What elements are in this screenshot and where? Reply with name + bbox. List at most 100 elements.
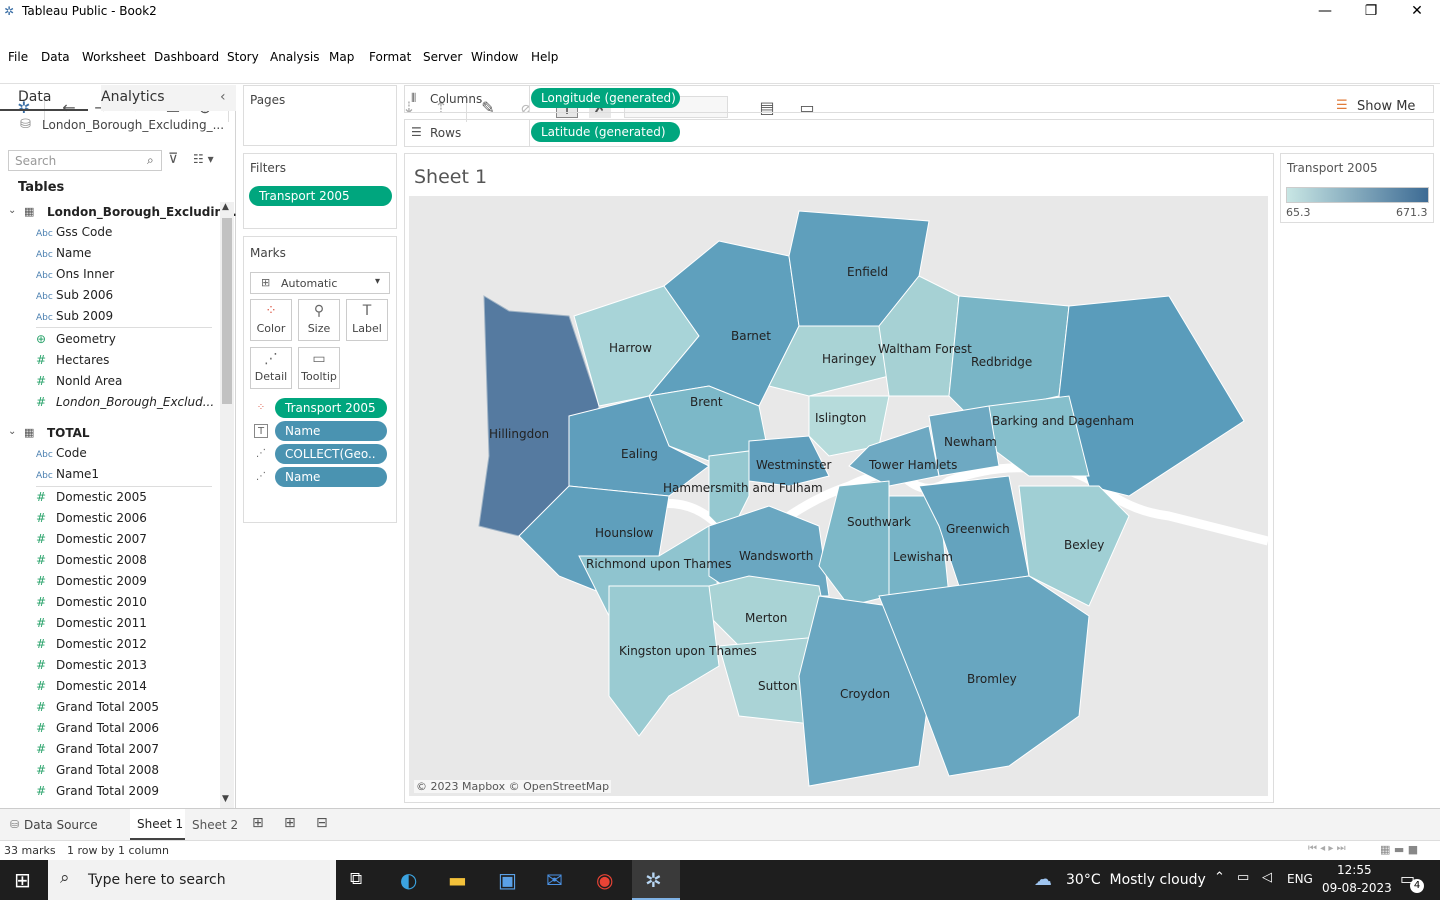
mark-pill-transport[interactable]: Transport 2005 [275,398,387,418]
mark-pill-label[interactable]: T Name [254,421,387,441]
tab-data[interactable]: Data [18,89,51,105]
scrollbar[interactable]: ▲ ▼ [220,202,234,808]
columns-icon: ⦀ [411,91,417,105]
field-item[interactable]: Abc Ons Inner [36,264,114,285]
new-sheet-icon[interactable]: ⊞ [252,815,264,831]
label-button[interactable]: T Label [346,299,388,341]
windows-start-icon[interactable]: ⊞ [14,868,31,892]
mark-pill-collect[interactable]: COLLECT(Geo.. [275,444,387,464]
field-item[interactable]: # Nonld Area [36,371,122,392]
field-item[interactable]: # Domestic 2010 [36,592,147,613]
mark-pill-name-2[interactable]: Name [275,467,387,487]
map-attribution[interactable]: © 2023 Mapbox © OpenStreetMap [414,780,612,793]
field-item[interactable]: # Domestic 2005 [36,487,147,508]
taskbar-search-input[interactable]: Type here to search [88,872,226,888]
field-item[interactable]: # Grand Total 2007 [36,739,159,760]
field-item[interactable]: # Domestic 2011 [36,613,147,634]
table-name-total[interactable]: TOTAL [47,426,90,440]
clock-date[interactable]: 09-08-2023 [1322,881,1392,895]
chrome-icon[interactable]: ◉ [596,868,613,892]
close-button[interactable]: ✕ [1394,0,1440,24]
scrollbar-thumb[interactable] [222,218,232,404]
field-item[interactable]: # Domestic 2013 [36,655,147,676]
scroll-up-icon[interactable]: ▲ [222,202,229,212]
mail-icon[interactable]: ✉ [546,868,563,892]
mark-pill-detail-2[interactable]: ⋰ Name [254,467,387,487]
filters-card[interactable]: Filters Transport 2005 [243,153,397,229]
clock-time[interactable]: 12:55 [1337,863,1372,877]
field-item[interactable]: # Domestic 2007 [36,529,147,550]
columns-shelf[interactable]: ⦀ Columns Longitude (generated) [404,85,1434,113]
search-box[interactable]: Search ⌕ [8,150,162,171]
field-item[interactable]: Abc Sub 2006 [36,285,113,306]
chevron-down-icon[interactable]: ⌄ [8,205,16,216]
field-item[interactable]: # Grand Total 2009 [36,781,159,802]
tab-sheet2[interactable]: Sheet 2 [192,818,238,832]
field-item[interactable]: Abc Sub 2009 [36,306,113,327]
view-toggle-icons[interactable]: ▦ ▬ ■ [1380,843,1418,856]
new-dashboard-icon[interactable]: ⊞ [284,815,296,831]
mark-pill-name[interactable]: Name [275,421,387,441]
color-button[interactable]: ⁘ Color [250,299,292,341]
color-legend[interactable]: Transport 2005 65.3 671.3 [1280,153,1434,223]
network-icon[interactable]: ▭ [1237,870,1249,885]
field-item[interactable]: # Domestic 2006 [36,508,147,529]
restore-button[interactable]: ❐ [1348,0,1394,24]
pages-card[interactable]: Pages [243,85,397,146]
view-options-icon[interactable]: ☷ ▾ [193,152,214,166]
field-item[interactable]: Abc Name1 [36,464,99,485]
field-item[interactable]: # Hectares [36,350,109,371]
legend-min: 65.3 [1286,206,1311,219]
field-item[interactable]: Abc Code [36,443,87,464]
table-name-london[interactable]: London_Borough_Excludin... [47,205,237,219]
filter-icon[interactable]: ⊽ [168,151,178,167]
map-svg[interactable]: Enfield Barnet Harrow Haringey Waltham F… [409,196,1270,796]
tray-chevron-icon[interactable]: ⌃ [1214,870,1225,885]
collapse-pane-icon[interactable]: ‹ [220,89,226,105]
field-item[interactable]: Abc Name [36,243,91,264]
scroll-down-icon[interactable]: ▼ [222,794,229,804]
field-item[interactable]: # London_Borough_Exclud... [36,392,214,413]
field-item[interactable]: # Grand Total 2005 [36,697,159,718]
field-item[interactable]: # Domestic 2012 [36,634,147,655]
field-item[interactable]: Abc Gss Code [36,222,112,243]
new-story-icon[interactable]: ⊟ [316,815,328,831]
store-icon[interactable]: ▣ [498,868,517,892]
taskbar-search-box[interactable]: ⌕ Type here to search [48,860,336,900]
tab-analytics[interactable]: Analytics [101,89,165,105]
volume-icon[interactable]: ◁ [1262,870,1272,885]
mark-pill-detail[interactable]: ⋰ COLLECT(Geo.. [254,444,387,464]
chevron-down-icon[interactable]: ⌄ [8,426,16,437]
edge-icon[interactable]: ◐ [400,868,417,892]
rows-shelf[interactable]: ☰ Rows Latitude (generated) [404,119,1434,147]
tooltip-button[interactable]: ▭ Tooltip [298,347,340,389]
sheet-title[interactable]: Sheet 1 [414,166,487,188]
columns-label: Columns [430,92,483,106]
datasource-name[interactable]: London_Borough_Excluding_... [42,118,224,132]
columns-pill[interactable]: Longitude (generated) [531,88,680,108]
size-button[interactable]: ⚲ Size [298,299,340,341]
task-view-icon[interactable]: ⧉ [350,869,362,889]
field-item[interactable]: # Grand Total 2008 [36,760,159,781]
search-input[interactable]: Search [15,154,56,168]
field-item[interactable]: # Grand Total 2006 [36,718,159,739]
tab-sheet1[interactable]: Sheet 1 [137,817,183,831]
field-item[interactable]: # Domestic 2014 [36,676,147,697]
file-explorer-icon[interactable]: ▬ [448,868,467,892]
tab-nav-icons[interactable]: ⏮ ◂ ▸ ⏭ [1308,843,1346,854]
field-item[interactable]: # Domestic 2009 [36,571,147,592]
label-brent: Brent [690,395,723,409]
filter-pill[interactable]: Transport 2005 [249,186,392,206]
tab-data-source[interactable]: Data Source [24,818,98,832]
mark-type-dropdown[interactable]: ⊞ Automatic ▾ [250,272,390,294]
field-item[interactable]: ⊕ Geometry [36,329,116,350]
minimize-button[interactable]: — [1302,0,1348,24]
detail-button[interactable]: ⋰ Detail [250,347,292,389]
map-view[interactable]: Enfield Barnet Harrow Haringey Waltham F… [409,196,1270,796]
language-indicator[interactable]: ENG [1287,872,1313,886]
label-wandsworth: Wandsworth [739,549,813,563]
weather-text[interactable]: 30°C Mostly cloudy [1066,872,1206,888]
field-item[interactable]: # Domestic 2008 [36,550,147,571]
mark-pill-color[interactable]: ⁘ Transport 2005 [254,398,387,418]
rows-pill[interactable]: Latitude (generated) [531,122,680,142]
